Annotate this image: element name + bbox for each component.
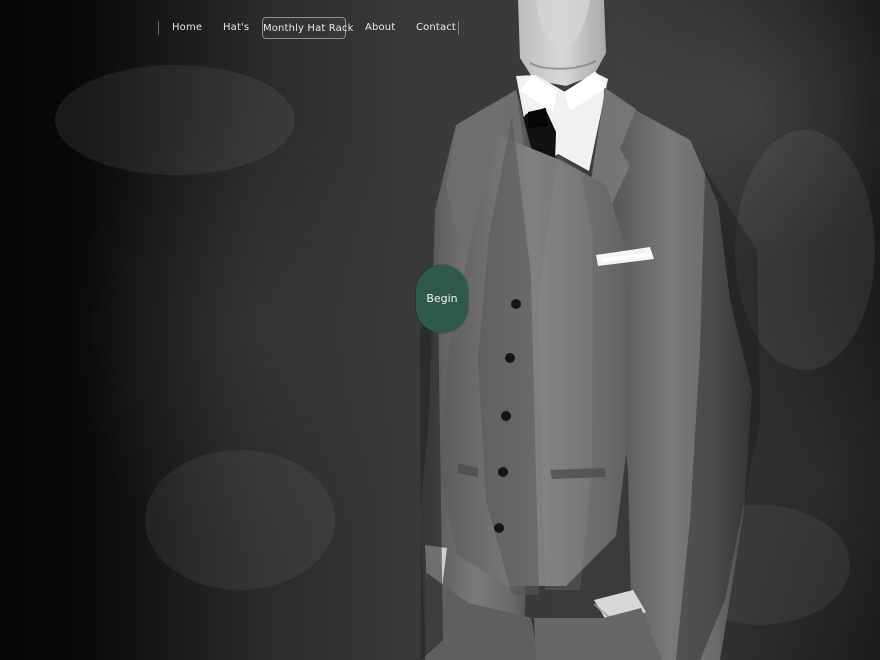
nav-about-link[interactable]: About bbox=[365, 17, 395, 39]
nav-contact-link[interactable]: Contact bbox=[416, 17, 456, 39]
nav-home-link[interactable]: Home bbox=[172, 17, 202, 39]
nav-divider-right bbox=[458, 21, 459, 35]
nav-monthly-hat-rack-link[interactable]: Monthly Hat Rack bbox=[262, 17, 353, 39]
begin-button[interactable]: Begin bbox=[416, 265, 468, 333]
main-navigation: Home Hat's Monthly Hat Rack About Contac… bbox=[157, 17, 459, 39]
nav-divider-left bbox=[158, 21, 159, 35]
page: Home Hat's Monthly Hat Rack About Contac… bbox=[0, 0, 880, 660]
nav-hats-link[interactable]: Hat's bbox=[223, 17, 249, 39]
